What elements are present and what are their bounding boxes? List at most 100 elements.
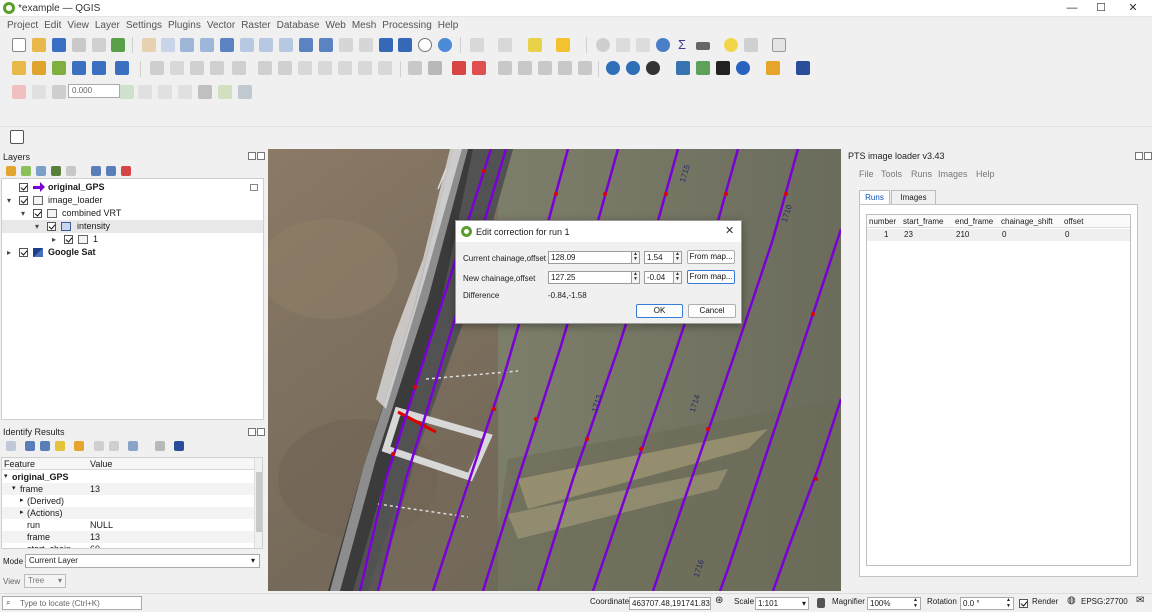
layer-item-image-loader[interactable]: ▾ image_loader <box>2 194 263 207</box>
pts-menu-runs[interactable]: Runs <box>911 169 932 179</box>
pts-menu-images[interactable]: Images <box>938 169 968 179</box>
new-offset-input[interactable]: -0.04 <box>644 271 674 284</box>
close-icon[interactable]: ✕ <box>725 224 734 237</box>
snap-icon[interactable] <box>52 85 66 99</box>
column-header-start-frame[interactable]: start_frame <box>903 217 943 226</box>
diagram-props-icon[interactable] <box>558 61 572 75</box>
menu-project[interactable]: Project <box>4 20 41 31</box>
clear-results-icon[interactable] <box>55 441 65 451</box>
menu-database[interactable]: Database <box>274 20 323 31</box>
plugin-lightning-icon[interactable] <box>716 61 730 75</box>
expand-all-icon[interactable] <box>91 166 101 176</box>
layer-item-1[interactable]: ▸ 1 <box>2 233 263 246</box>
new-chainage-input[interactable]: 127.25 <box>548 271 632 284</box>
layer-item-google-sat[interactable]: ▸ Google Sat <box>2 246 263 259</box>
float-panel-icon[interactable] <box>248 428 256 436</box>
collapse-arrow-icon[interactable]: ▾ <box>7 194 11 207</box>
layer-visibility-checkbox[interactable] <box>47 222 56 231</box>
current-offset-stepper[interactable]: ▲ ▼ <box>673 251 682 264</box>
menu-web[interactable]: Web <box>322 20 348 31</box>
new-offset-stepper[interactable]: ▲ ▼ <box>673 271 682 284</box>
menu-help[interactable]: Help <box>435 20 462 31</box>
cancel-button[interactable]: Cancel <box>688 304 736 318</box>
bookmark-icon[interactable] <box>379 38 393 52</box>
table-row[interactable]: ▸ (Derived) <box>2 495 254 507</box>
from-map-button[interactable]: From map... <box>687 250 735 264</box>
manage-map-themes-icon[interactable] <box>36 166 46 176</box>
close-panel-icon[interactable] <box>1144 152 1152 160</box>
coordinate-input[interactable]: 463707.48,191741.83 <box>629 597 711 610</box>
open-project-icon[interactable] <box>32 38 46 52</box>
digitize-icon[interactable] <box>12 85 26 99</box>
pan-hand-icon[interactable] <box>142 38 156 52</box>
messages-icon[interactable]: ✉ <box>1136 595 1144 606</box>
delete-selected-icon[interactable] <box>278 61 292 75</box>
zoom-selection-icon[interactable] <box>240 38 254 52</box>
pts-menu-tools[interactable]: Tools <box>881 169 902 179</box>
minimize-button[interactable]: — <box>1056 1 1088 16</box>
layer-item-combined-vrt[interactable]: ▾ combined VRT <box>2 207 263 220</box>
collapse-all-icon[interactable] <box>40 441 50 451</box>
pts-menu-help[interactable]: Help <box>976 169 995 179</box>
save-as-icon[interactable] <box>72 38 86 52</box>
help-contents-icon[interactable] <box>796 61 810 75</box>
table-row[interactable]: 1 23 210 0 0 <box>867 229 1130 241</box>
save-project-icon[interactable] <box>52 38 66 52</box>
map-canvas[interactable]: 1715 1710 1713 1714 1716 <box>268 149 841 591</box>
identify-icon[interactable] <box>596 38 610 52</box>
menu-layer[interactable]: Layer <box>92 20 123 31</box>
new-project-icon[interactable] <box>12 38 26 52</box>
select-location-icon[interactable] <box>556 38 570 52</box>
column-header-offset[interactable]: offset <box>1064 217 1083 226</box>
self-snap-icon[interactable] <box>238 85 252 99</box>
feature-column-header[interactable]: Feature <box>4 459 35 469</box>
zoom-in-icon[interactable] <box>180 38 194 52</box>
remove-layer-icon[interactable] <box>121 166 131 176</box>
menu-view[interactable]: View <box>64 20 92 31</box>
edit-pencil-icon[interactable] <box>150 61 164 75</box>
menu-mesh[interactable]: Mesh <box>349 20 379 31</box>
add-feature-icon[interactable] <box>210 61 224 75</box>
python-console-icon[interactable] <box>676 61 690 75</box>
add-vector-icon[interactable] <box>52 61 66 75</box>
shape-icon[interactable] <box>158 85 172 99</box>
tab-images[interactable]: Images <box>891 190 936 205</box>
label-change-icon[interactable] <box>518 61 532 75</box>
expand-arrow-icon[interactable]: ▾ <box>12 483 16 495</box>
toggle-extents-icon[interactable]: ⊛ <box>715 595 723 606</box>
float-panel-icon[interactable] <box>248 152 256 160</box>
pts-menu-file[interactable]: File <box>859 169 874 179</box>
expand-arrow-icon[interactable]: ▸ <box>52 233 56 246</box>
settings-icon[interactable] <box>155 441 165 451</box>
vertex-tool-icon[interactable] <box>232 61 246 75</box>
trace-icon[interactable] <box>32 85 46 99</box>
plugin-rotate-icon[interactable] <box>736 61 750 75</box>
select-features-icon[interactable] <box>470 38 484 52</box>
select-value-icon[interactable] <box>498 38 512 52</box>
plugin-globe-2-icon[interactable] <box>626 61 640 75</box>
current-offset-input[interactable]: 1.54 <box>644 251 674 264</box>
locator-bar[interactable]: ⌕ Type to locate (Ctrl+K) <box>2 596 142 610</box>
text-format-icon[interactable] <box>178 85 192 99</box>
filter-legend-icon[interactable] <box>51 166 61 176</box>
scrollbar-thumb[interactable] <box>256 472 262 532</box>
expand-tree-icon[interactable] <box>6 441 16 451</box>
add-raster-icon[interactable] <box>72 61 86 75</box>
save-edits-icon[interactable] <box>190 61 204 75</box>
table-row[interactable]: frame 13 <box>2 531 254 543</box>
open-styling-icon[interactable] <box>6 166 16 176</box>
close-panel-icon[interactable] <box>257 152 265 160</box>
show-bookmarks-icon[interactable] <box>398 38 412 52</box>
new-geopackage-icon[interactable] <box>32 61 46 75</box>
add-group-icon[interactable] <box>21 166 31 176</box>
table-row[interactable]: run NULL <box>2 519 254 531</box>
label-move-icon[interactable] <box>472 61 486 75</box>
modify-attributes-icon[interactable] <box>258 61 272 75</box>
close-window-button[interactable]: ✕ <box>1117 1 1149 16</box>
layer-item-original-gps[interactable]: original_GPS <box>2 181 263 194</box>
new-map-view-icon[interactable] <box>339 38 353 52</box>
field-calculator-icon[interactable] <box>636 38 650 52</box>
expand-arrow-icon[interactable]: ▸ <box>20 507 24 519</box>
layer-visibility-checkbox[interactable] <box>64 235 73 244</box>
plugin-sheet-icon[interactable] <box>696 61 710 75</box>
